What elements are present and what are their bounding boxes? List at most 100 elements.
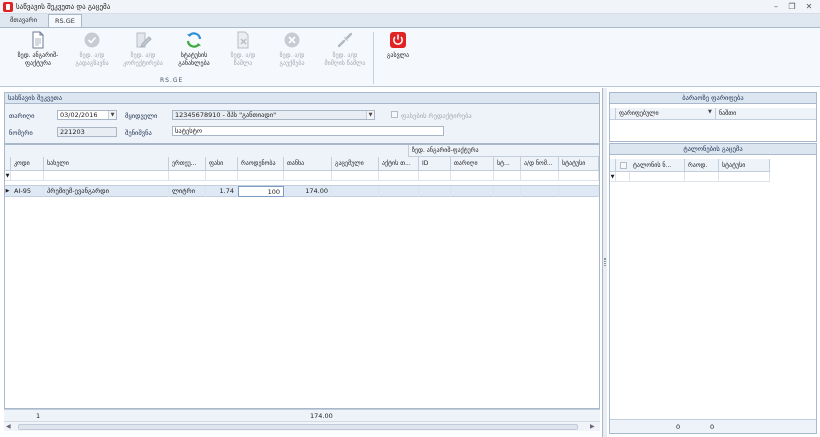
invoice-button[interactable]: ზედ. ანგარიშ-ფაქტურა [16, 31, 60, 77]
waybill-group-header: სასწავის შეკვეთა [4, 92, 600, 104]
delete-document-icon [234, 31, 252, 49]
grid-band-header: ზედ. ანგარიშ-ფაქტურა [408, 145, 599, 157]
tab-rsge[interactable]: RS.GE [48, 14, 82, 28]
cell-date[interactable] [451, 186, 494, 197]
coupons-select-all-checkbox[interactable] [620, 162, 627, 169]
buyer-dropdown-icon[interactable]: ▼ [366, 111, 374, 119]
grid-header: ზედ. ანგარიშ-ფაქტურა კოდი სახელი ერთეუ..… [5, 145, 599, 171]
col-price[interactable]: ფასი [206, 157, 238, 170]
cell-amount[interactable]: 174.00 [284, 186, 332, 197]
close-icon[interactable]: ✕ [803, 2, 815, 12]
cell-price[interactable]: 1.74 [206, 186, 238, 197]
cell-st[interactable] [494, 186, 521, 197]
exit-button[interactable]: გასვლა [380, 31, 416, 77]
filter-waybill-number[interactable] [521, 171, 559, 181]
number-label: ნომერი [9, 129, 33, 137]
coupons-filter-number[interactable] [630, 172, 685, 182]
coupons-filter-qty[interactable] [685, 172, 719, 182]
cell-act-date[interactable] [379, 186, 419, 197]
date-field[interactable]: 03/02/2016 ▼ [57, 110, 117, 120]
filter-id[interactable] [419, 171, 451, 181]
power-icon [389, 31, 407, 49]
tab-home[interactable]: მთავარი [4, 14, 43, 27]
buyer-field[interactable]: 12345678910 - შპს "განთიადი" ▼ [172, 110, 375, 120]
filter-amount[interactable] [284, 171, 332, 181]
correct-waybill-button[interactable]: ზედ. ა/დ კორექტირება [120, 31, 166, 77]
col-id[interactable]: ID [419, 157, 451, 170]
col-discounted[interactable]: ფარიფებული [616, 108, 716, 120]
title-bar: საწვავის შეკვეთა და გაცემა – ❐ ✕ [0, 0, 820, 14]
cancel-icon [283, 31, 301, 49]
splitter-grip-icon [604, 258, 606, 266]
col-coupon-qty[interactable]: რაოდ. [685, 159, 719, 172]
number-field[interactable]: 221203 [57, 127, 117, 137]
cell-issued[interactable] [332, 186, 379, 197]
filter-price[interactable] [206, 171, 238, 181]
cell-id[interactable] [419, 186, 451, 197]
delete-waybill-button[interactable]: ზედ. ა/დ წაშლა [222, 31, 264, 77]
coupons-filter-check[interactable] [616, 172, 630, 182]
coupons-filter-status[interactable] [719, 172, 770, 182]
minimize-icon[interactable]: – [770, 2, 782, 12]
col-quantity[interactable]: რაოდენობა [238, 157, 284, 170]
cell-waybill-number[interactable] [521, 186, 559, 197]
filter-date[interactable] [451, 171, 494, 181]
col-act-date[interactable]: აქტის თ... [379, 157, 419, 170]
coupons-footer-left: 0 [676, 423, 681, 431]
restore-icon[interactable]: ❐ [786, 2, 798, 12]
col-date[interactable]: თარიღი [451, 157, 494, 170]
unlink-icon [336, 31, 354, 49]
remove-recipient-button[interactable]: ზედ. ა/დ მიმღის წაშლა [322, 31, 368, 77]
filter-issued[interactable] [332, 171, 379, 181]
filter-unit[interactable] [169, 171, 206, 181]
coupons-filter-row: ▼ [610, 172, 770, 182]
col-amount[interactable]: თანხა [284, 157, 332, 170]
col-discounted-filter-icon[interactable]: ▼ [708, 109, 712, 115]
delete-waybill-label: ზედ. ა/დ წაშლა [230, 52, 256, 67]
col-balance[interactable]: ნაშთი [716, 108, 816, 120]
scroll-right-icon[interactable]: ▶ [590, 423, 595, 430]
footer-total: 174.00 [310, 412, 333, 420]
horizontal-scrollbar[interactable]: ◀ ▶ [4, 421, 600, 431]
col-status[interactable]: სტატუსი [559, 157, 599, 170]
col-issued[interactable]: გაცემული [332, 157, 379, 170]
cell-code[interactable]: AI-95 [11, 186, 44, 197]
col-code[interactable]: კოდი [11, 157, 44, 170]
col-coupon-status[interactable]: სტატუსი [719, 159, 770, 172]
ribbon-separator [373, 32, 374, 84]
cell-quantity[interactable]: 100 [238, 186, 284, 197]
filter-act-date[interactable] [379, 171, 419, 181]
update-status-button[interactable]: სტატუსის განახლება [172, 31, 216, 77]
col-waybill-number[interactable]: ა/დ ნომ... [521, 157, 559, 170]
refresh-icon [185, 31, 203, 49]
note-field[interactable]: სატესტო [172, 126, 444, 136]
order-panel: სასწავის შეკვეთა თარიღი 03/02/2016 ▼ მყი… [0, 88, 603, 437]
scrollbar-thumb[interactable] [18, 424, 578, 430]
col-coupon-number[interactable]: ტალონის ნ... [630, 159, 685, 172]
prices-group: ბარაოზე ფარიფება ფარიფებული ▼ ნაშთი [609, 92, 817, 142]
table-row[interactable]: ▶ AI-95 პრემიუმ-ევანგარდი ლიტრი 1.74 100… [5, 185, 599, 197]
prices-grid-header: ფარიფებული ▼ ნაშთი [610, 108, 816, 120]
send-waybill-button[interactable]: ზედ. ა/დ გადაგზავნა [70, 31, 114, 77]
ribbon-group-label: RS.GE [160, 77, 184, 84]
filter-code[interactable] [11, 171, 44, 181]
filter-st[interactable] [494, 171, 521, 181]
cell-name[interactable]: პრემიუმ-ევანგარდი [44, 186, 169, 197]
send-waybill-label: ზედ. ა/დ გადაგზავნა [75, 52, 109, 67]
filter-name[interactable] [44, 171, 169, 181]
filter-quantity[interactable] [238, 171, 284, 181]
col-unit[interactable]: ერთეუ... [169, 157, 206, 170]
col-st[interactable]: სტ... [494, 157, 521, 170]
cell-unit[interactable]: ლიტრი [169, 186, 206, 197]
date-dropdown-icon[interactable]: ▼ [108, 111, 116, 119]
grid-column-row: კოდი სახელი ერთეუ... ფასი რაოდენობა თანხ… [5, 157, 599, 171]
scroll-left-icon[interactable]: ◀ [6, 423, 11, 430]
col-name[interactable]: სახელი [44, 157, 169, 170]
cancel-waybill-button[interactable]: ზედ. ა/დ გაუქმება [270, 31, 314, 77]
prices-group-header: ბარაოზე ფარიფება [609, 92, 817, 104]
edit-prices-checkbox[interactable] [391, 111, 398, 118]
cell-status[interactable] [559, 186, 599, 197]
check-circle-icon [83, 31, 101, 49]
buyer-value: 12345678910 - შპს "განთიადი" [175, 111, 277, 119]
filter-status[interactable] [559, 171, 599, 181]
